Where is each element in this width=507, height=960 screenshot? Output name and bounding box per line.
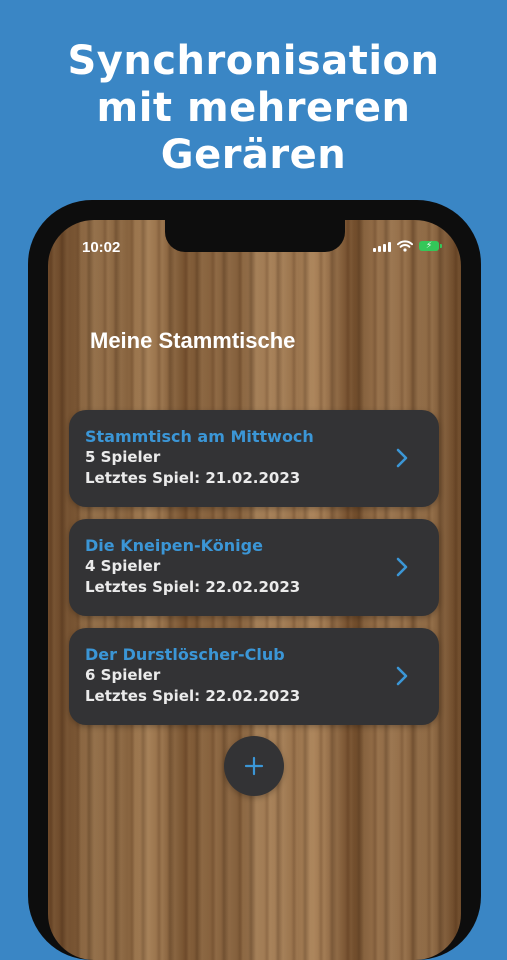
group-last-game: Letztes Spiel: 21.02.2023 [85, 469, 301, 487]
group-player-count: 5 Spieler [85, 448, 161, 466]
group-card-3[interactable]: Der Durstlöscher-Club 6 Spieler Letztes … [69, 628, 439, 725]
group-last-game: Letztes Spiel: 22.02.2023 [85, 578, 301, 596]
wifi-icon [397, 240, 413, 252]
headline-line-3: Gerären [160, 132, 347, 178]
battery-charging-icon: ⚡ [419, 241, 442, 251]
chevron-right-icon [396, 557, 408, 577]
add-group-button[interactable] [224, 736, 284, 796]
group-card-1[interactable]: Stammtisch am Mittwoch 5 Spieler Letztes… [69, 410, 439, 507]
group-card-2[interactable]: Die Kneipen-Könige 4 Spieler Letztes Spi… [69, 519, 439, 616]
chevron-right-icon [396, 448, 408, 468]
phone-frame: 10:02 ⚡ Meine Stammtische Stammtisch am … [28, 200, 481, 960]
group-player-count: 4 Spieler [85, 557, 161, 575]
group-player-count: 6 Spieler [85, 666, 161, 684]
phone-screen: 10:02 ⚡ Meine Stammtische Stammtisch am … [48, 220, 461, 960]
plus-icon [244, 756, 264, 776]
group-name: Der Durstlöscher-Club [85, 645, 285, 664]
status-icons: ⚡ [373, 239, 442, 253]
chevron-right-icon [396, 666, 408, 686]
group-last-game: Letztes Spiel: 22.02.2023 [85, 687, 301, 705]
status-time: 10:02 [82, 239, 121, 256]
headline-line-1: Synchronisation [67, 38, 440, 84]
group-name: Die Kneipen-Könige [85, 536, 263, 555]
page-title: Meine Stammtische [90, 328, 296, 353]
headline-line-2: mit mehreren [96, 85, 411, 131]
marketing-headline: Synchronisation mit mehreren Gerären [0, 38, 507, 179]
phone-notch [165, 220, 345, 252]
group-name: Stammtisch am Mittwoch [85, 427, 314, 446]
cellular-signal-icon [373, 241, 391, 252]
